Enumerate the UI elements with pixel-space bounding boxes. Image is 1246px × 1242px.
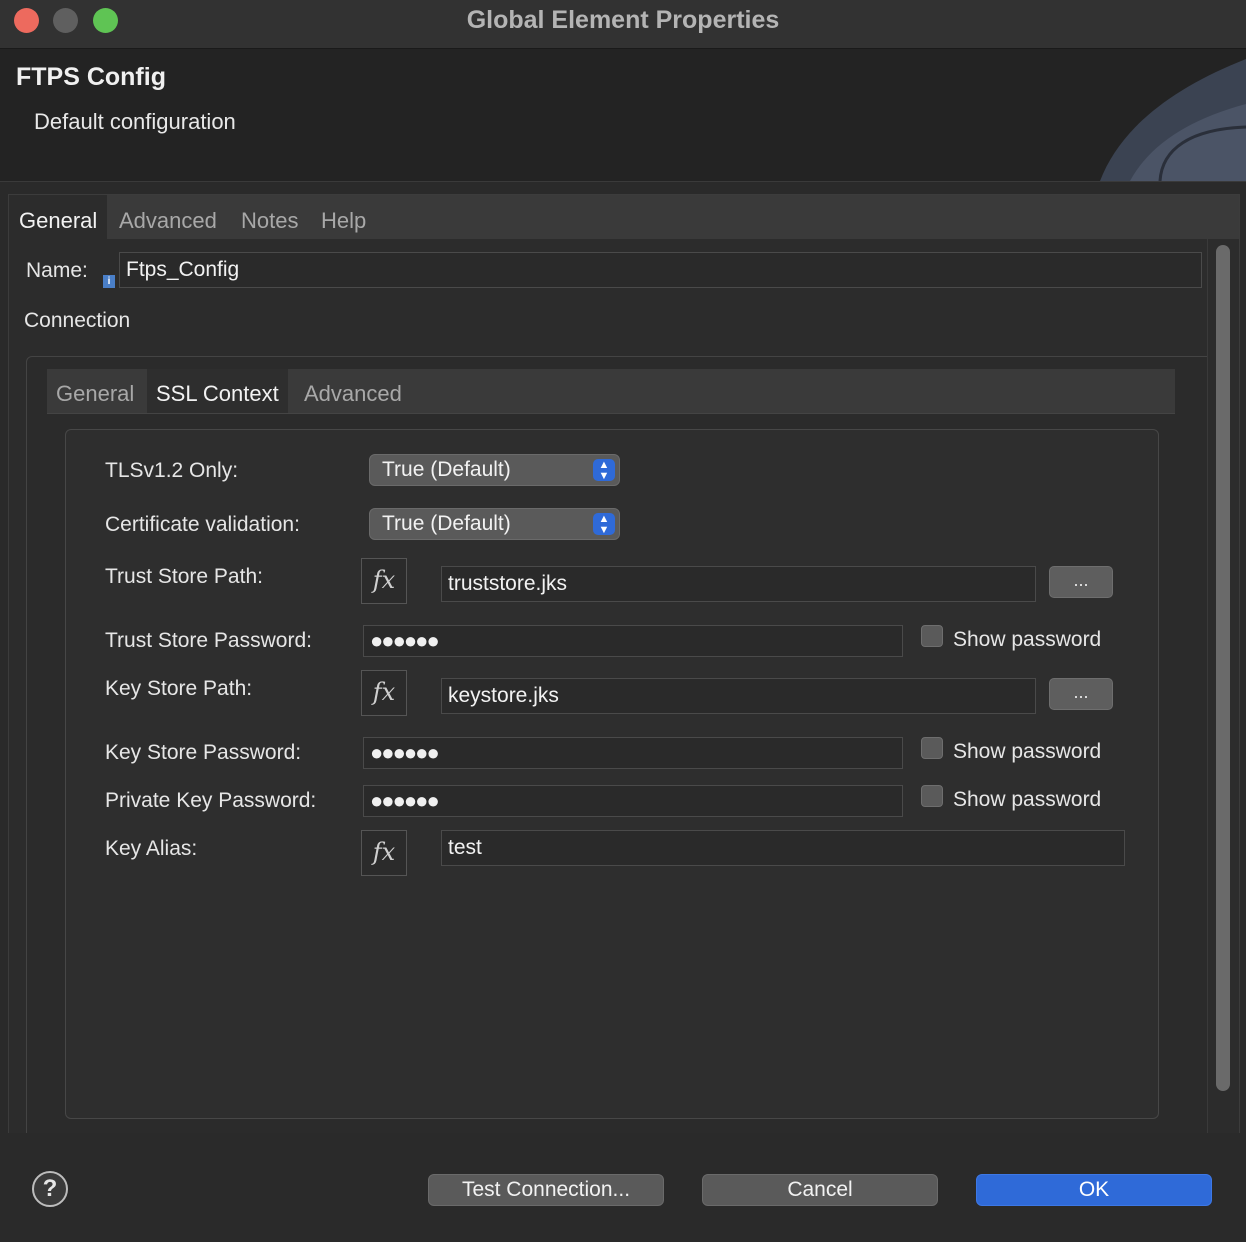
dialog-header: FTPS Config Default configuration	[0, 49, 1246, 182]
properties-panel: General Advanced Notes Help Name: i Ftps…	[8, 194, 1240, 1134]
key-store-path-expression-button[interactable]: fx	[361, 670, 407, 716]
key-alias-input[interactable]: test	[441, 830, 1125, 866]
tab-help[interactable]: Help	[311, 195, 376, 239]
trust-store-path-expression-button[interactable]: fx	[361, 558, 407, 604]
dialog-subtitle: Default configuration	[34, 109, 236, 134]
private-key-password-label: Private Key Password:	[105, 789, 317, 812]
dialog-footer: ? Test Connection... Cancel OK	[0, 1133, 1246, 1242]
vertical-scrollbar[interactable]	[1207, 239, 1238, 1133]
key-store-password-input[interactable]: ●●●●●●	[363, 737, 903, 769]
help-icon[interactable]: ?	[32, 1171, 68, 1207]
name-input[interactable]: Ftps_Config	[119, 252, 1202, 288]
trust-store-path-input[interactable]: truststore.jks	[441, 566, 1036, 602]
trust-store-browse-button[interactable]: ...	[1049, 566, 1113, 598]
tls-select-value: True (Default)	[382, 458, 511, 481]
tab-advanced[interactable]: Advanced	[109, 195, 227, 239]
trust-store-show-password-label[interactable]: Show password	[953, 628, 1101, 652]
key-alias-label: Key Alias:	[105, 837, 198, 860]
select-arrows-icon: ▲ ▼	[593, 513, 615, 536]
key-store-path-input[interactable]: keystore.jks	[441, 678, 1036, 714]
name-label: Name:	[26, 259, 88, 282]
private-key-password-input[interactable]: ●●●●●●	[363, 785, 903, 817]
trust-store-password-input[interactable]: ●●●●●●	[363, 625, 903, 657]
connection-tab-bar: General SSL Context Advanced	[47, 369, 1175, 414]
private-key-show-password-label[interactable]: Show password	[953, 788, 1101, 812]
trust-store-show-password-checkbox[interactable]	[921, 625, 943, 647]
connection-group: General SSL Context Advanced TLSv1.2 Onl…	[26, 356, 1214, 1133]
test-connection-button[interactable]: Test Connection...	[428, 1174, 664, 1206]
trust-store-path-label: Trust Store Path:	[105, 565, 263, 588]
key-store-path-label: Key Store Path:	[105, 677, 253, 700]
key-store-password-label: Key Store Password:	[105, 741, 302, 764]
ssl-context-form: TLSv1.2 Only: True (Default) ▲ ▼ Certific…	[65, 429, 1159, 1119]
certificate-validation-value: True (Default)	[382, 512, 511, 535]
certificate-validation-select[interactable]: True (Default) ▲ ▼	[369, 508, 620, 540]
key-alias-expression-button[interactable]: fx	[361, 830, 407, 876]
tab-connection-general[interactable]: General	[47, 369, 143, 413]
header-decoration-graphic	[1100, 59, 1246, 181]
connection-label: Connection	[24, 309, 131, 332]
select-arrows-icon: ▲ ▼	[593, 459, 615, 482]
title-bar: Global Element Properties	[0, 0, 1246, 49]
ok-button[interactable]: OK	[976, 1174, 1212, 1206]
key-store-show-password-label[interactable]: Show password	[953, 740, 1101, 764]
tls-label: TLSv1.2 Only:	[105, 459, 239, 482]
cancel-button[interactable]: Cancel	[702, 1174, 938, 1206]
tls-select[interactable]: True (Default) ▲ ▼	[369, 454, 620, 486]
scrollbar-thumb[interactable]	[1216, 245, 1230, 1091]
main-tab-bar: General Advanced Notes Help	[9, 195, 1239, 239]
info-icon: i	[103, 275, 115, 288]
key-store-show-password-checkbox[interactable]	[921, 737, 943, 759]
certificate-validation-label: Certificate validation:	[105, 513, 300, 536]
dialog-title: FTPS Config	[16, 63, 166, 91]
key-store-browse-button[interactable]: ...	[1049, 678, 1113, 710]
private-key-show-password-checkbox[interactable]	[921, 785, 943, 807]
trust-store-password-label: Trust Store Password:	[105, 629, 312, 652]
tab-connection-advanced[interactable]: Advanced	[295, 369, 411, 413]
tab-notes[interactable]: Notes	[231, 195, 308, 239]
tab-general[interactable]: General	[9, 195, 108, 239]
window-title: Global Element Properties	[466, 6, 780, 34]
tab-ssl-context[interactable]: SSL Context	[147, 369, 288, 413]
